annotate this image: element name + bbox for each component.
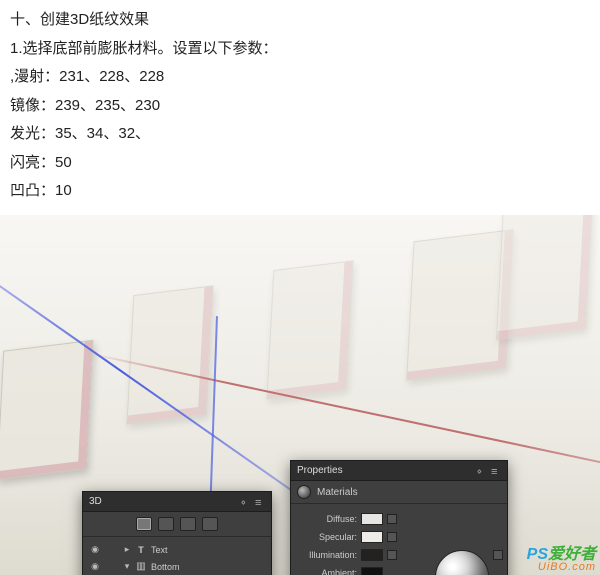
collapse-icon[interactable] [477,466,487,476]
illumination-label: Illumination: [299,550,357,560]
panel-menu-icon[interactable] [255,497,265,507]
materials-icon [297,485,311,499]
tree-item[interactable]: Text [83,541,271,558]
tree-item-label: Text [151,545,265,555]
tree-item-label: Bottom [151,562,265,572]
param-shine: 闪亮：50 [10,149,590,178]
specular-swatch[interactable] [361,531,383,543]
3d-letter [0,340,94,481]
illumination-swatch[interactable] [361,549,383,561]
mesh-icon [135,562,147,572]
visibility-eye-icon[interactable] [89,544,101,555]
txt-icon [135,545,147,555]
watermark-domain: UiBO.com [527,561,596,573]
panel-properties[interactable]: Properties Materials Diffuse: Specular: [290,460,508,575]
visibility-eye-icon[interactable] [89,561,101,572]
specular-texture-picker[interactable] [387,532,397,542]
filter-scene-button[interactable] [136,517,152,531]
tree-item[interactable]: Bottom [83,558,271,575]
step-line: 1.选择底部前膨胀材料。设置以下参数： [10,35,590,64]
properties-subheader: Materials [291,481,507,504]
diffuse-row: Diffuse: [299,510,499,528]
screenshot-illustration: 3D TextBottomBottom Front Inflation Mate… [0,215,600,575]
filter-lights-button[interactable] [202,517,218,531]
material-preset-picker[interactable] [493,550,503,560]
panel-3d-tab[interactable]: 3D [89,496,102,507]
param-illumination: 发光：35、34、32、 [10,120,590,149]
panel-properties-tab[interactable]: Properties [297,465,343,476]
param-bump: 凹凸：10 [10,177,590,206]
properties-subtitle: Materials [317,487,358,498]
panel-3d-header[interactable]: 3D [83,492,271,512]
param-specular: 镜像：239、235、230 [10,92,590,121]
diffuse-label: Diffuse: [299,514,357,524]
illumination-texture-picker[interactable] [387,550,397,560]
filter-mesh-button[interactable] [158,517,174,531]
layer-tree[interactable]: TextBottomBottom Front Inflation Mate...… [83,537,271,575]
specular-label: Specular: [299,532,357,542]
heading-line: 十、创建3D纸纹效果 [10,6,590,35]
diffuse-swatch[interactable] [361,513,383,525]
collapse-icon[interactable] [241,497,251,507]
3d-letter [266,260,353,399]
disclosure-triangle-icon[interactable] [123,561,131,572]
panel-properties-header[interactable]: Properties [291,461,507,481]
panel-menu-icon[interactable] [491,466,501,476]
filter-materials-button[interactable] [180,517,196,531]
3d-letter [496,215,594,340]
param-diffuse: ,漫射：231、228、228 [10,63,590,92]
watermark: PS爱好者 UiBO.com [527,540,596,573]
diffuse-texture-picker[interactable] [387,514,397,524]
panel-3d-filter-toolbar [83,512,271,537]
disclosure-triangle-icon[interactable] [123,544,131,555]
properties-body: Diffuse: Specular: Illumination: Ambient… [291,504,507,575]
document-body: 十、创建3D纸纹效果 1.选择底部前膨胀材料。设置以下参数： ,漫射：231、2… [0,0,600,206]
panel-3d[interactable]: 3D TextBottomBottom Front Inflation Mate… [82,491,272,575]
specular-row: Specular: [299,528,499,546]
